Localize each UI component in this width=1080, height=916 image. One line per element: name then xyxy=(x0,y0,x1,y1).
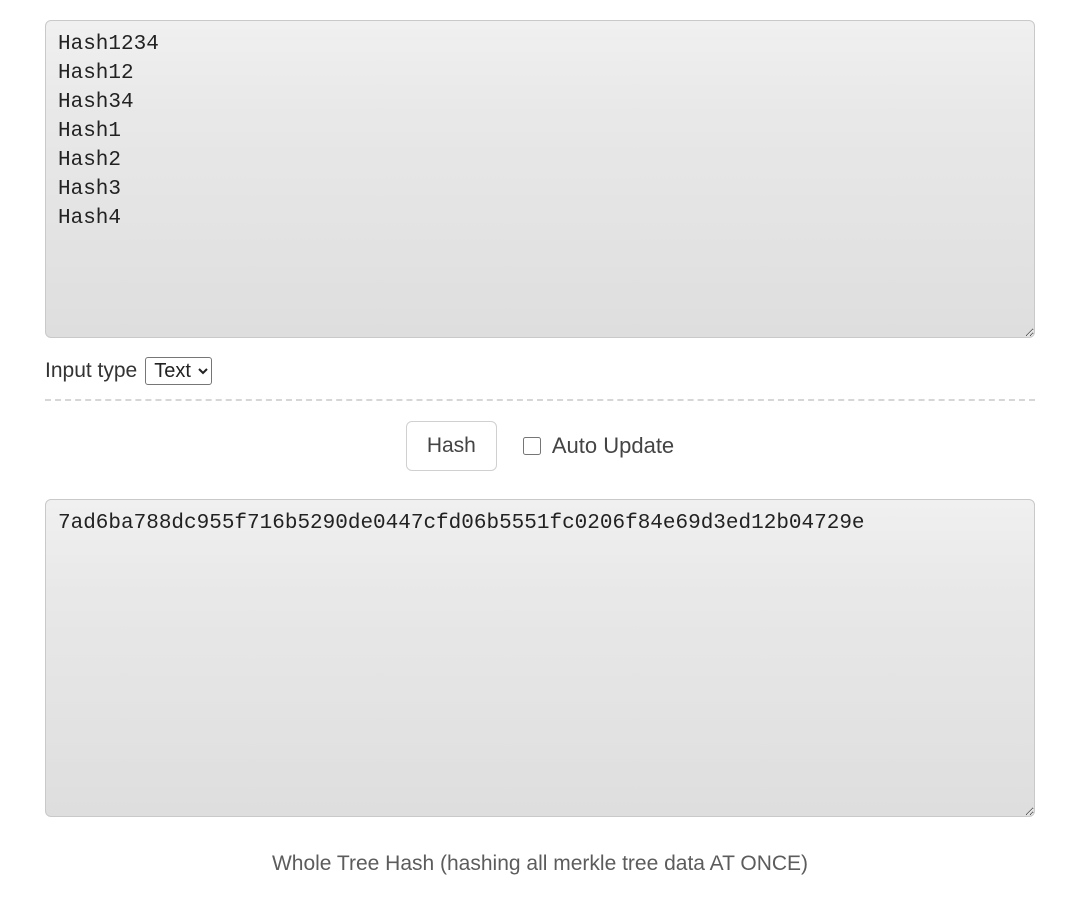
page: Input type Text Hash Auto Update Whole T… xyxy=(0,0,1080,916)
action-row: Hash Auto Update xyxy=(45,421,1035,471)
auto-update-control[interactable]: Auto Update xyxy=(519,433,674,459)
auto-update-label: Auto Update xyxy=(552,433,674,459)
caption: Whole Tree Hash (hashing all merkle tree… xyxy=(45,852,1035,876)
auto-update-checkbox[interactable] xyxy=(523,437,541,455)
input-type-label: Input type xyxy=(45,359,137,383)
output-textarea[interactable] xyxy=(45,499,1035,817)
hash-button[interactable]: Hash xyxy=(406,421,497,471)
input-textarea[interactable] xyxy=(45,20,1035,338)
input-type-select[interactable]: Text xyxy=(145,357,212,385)
input-type-row: Input type Text xyxy=(45,357,1035,385)
divider xyxy=(45,399,1035,401)
